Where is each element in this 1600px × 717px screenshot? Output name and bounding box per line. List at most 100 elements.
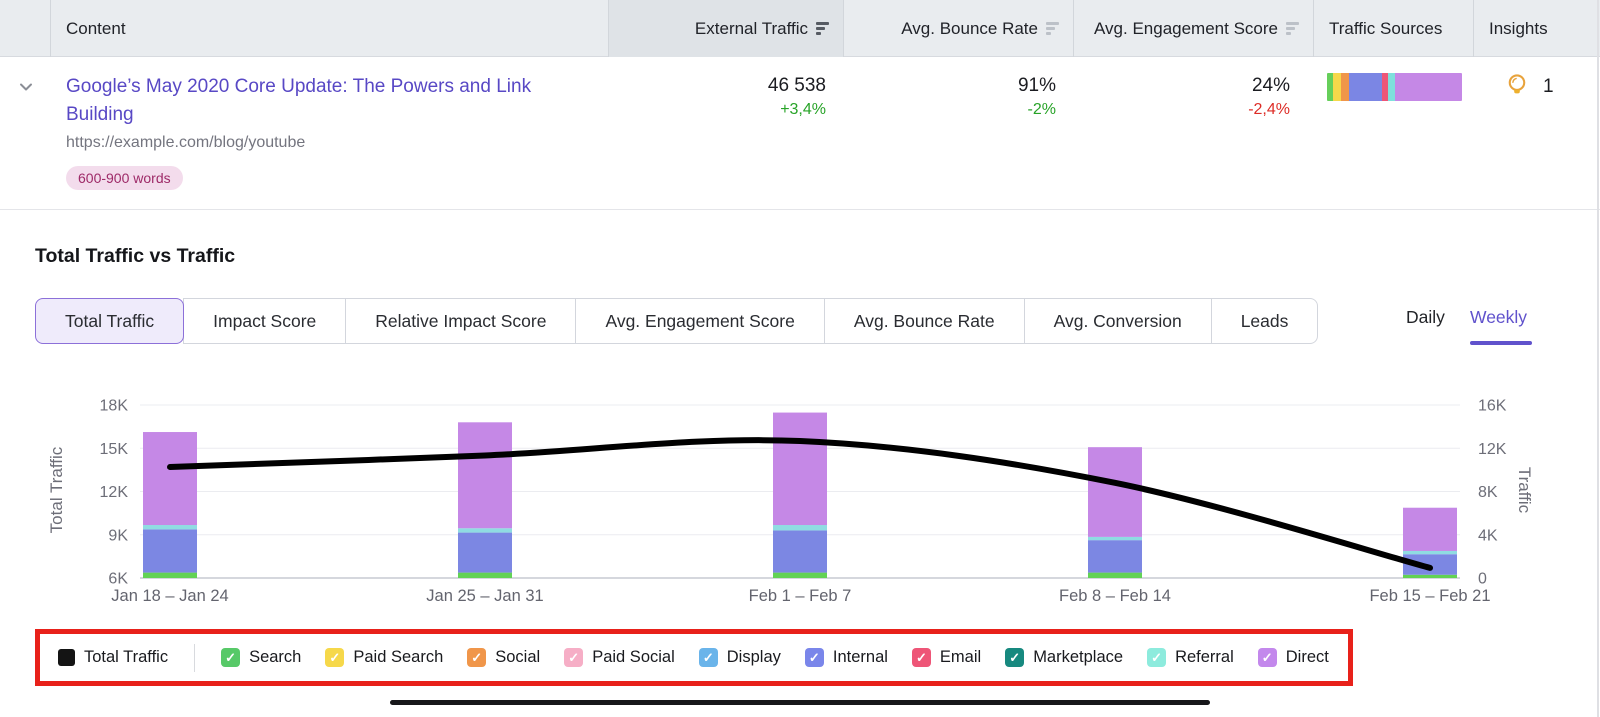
metric-tabs: Total Traffic Impact Score Relative Impa…: [35, 298, 1318, 344]
checkbox-display[interactable]: ✓: [699, 648, 718, 667]
tab-impact-score[interactable]: Impact Score: [183, 298, 346, 344]
left-axis-tick: 18K: [100, 398, 129, 415]
traffic-source-segment-referral: [1388, 73, 1395, 101]
tab-avg-bounce-rate[interactable]: Avg. Bounce Rate: [824, 298, 1025, 344]
right-axis-tick: 12K: [1478, 441, 1507, 458]
checkbox-search[interactable]: ✓: [221, 648, 240, 667]
legend-item-marketplace[interactable]: ✓ Marketplace: [1005, 648, 1123, 667]
column-label: Avg. Bounce Rate: [901, 19, 1038, 39]
column-label: External Traffic: [695, 19, 808, 39]
legend-item-referral[interactable]: ✓ Referral: [1147, 648, 1234, 667]
column-label: Content: [66, 19, 126, 39]
bar-segment-referral-2: [773, 525, 827, 530]
bar-segment-internal-0: [143, 529, 197, 572]
legend-label: Social: [495, 648, 540, 667]
tab-total-traffic[interactable]: Total Traffic: [35, 298, 184, 344]
column-divider: [50, 0, 51, 57]
checkbox-social[interactable]: ✓: [467, 648, 486, 667]
legend-item-social[interactable]: ✓ Social: [467, 648, 540, 667]
legend-item-internal[interactable]: ✓ Internal: [805, 648, 888, 667]
horizontal-scrollbar-thumb[interactable]: [390, 700, 1210, 705]
row-expander-chevron-icon[interactable]: [16, 77, 36, 102]
bar-segment-internal-1: [458, 533, 512, 573]
tab-leads[interactable]: Leads: [1211, 298, 1319, 344]
content-title-link[interactable]: Google’s May 2020 Core Update: The Power…: [66, 73, 571, 129]
legend-item-display[interactable]: ✓ Display: [699, 648, 781, 667]
bar-segment-direct-2: [773, 413, 827, 525]
checkbox-referral[interactable]: ✓: [1147, 648, 1166, 667]
bar-segment-referral-0: [143, 525, 197, 529]
right-axis-tick: 4K: [1478, 527, 1498, 544]
legend-label: Display: [727, 648, 781, 667]
bar-segment-direct-1: [458, 422, 512, 528]
external-traffic-value: 46 538: [768, 75, 826, 97]
legend-label: Referral: [1175, 648, 1234, 667]
word-count-badge: 600-900 words: [66, 166, 183, 190]
bounce-rate-value: 91%: [1018, 75, 1056, 97]
bar-segment-search-4: [1403, 575, 1457, 578]
legend-label: Email: [940, 648, 981, 667]
tab-avg-engagement-score[interactable]: Avg. Engagement Score: [575, 298, 824, 344]
weekly-selected-underline: [1470, 341, 1532, 345]
sort-icon: [1046, 22, 1059, 35]
legend-item-paid-social[interactable]: ✓ Paid Social: [564, 648, 675, 667]
sort-icon: [1286, 22, 1299, 35]
bar-segment-internal-2: [773, 530, 827, 572]
external-traffic-change: +3,4%: [768, 101, 826, 119]
right-axis-tick: 16K: [1478, 398, 1507, 415]
traffic-chart: 18K16K15K12K12K8K9K4K6K0Jan 18 – Jan 24J…: [0, 375, 1600, 625]
bar-segment-referral-4: [1403, 551, 1457, 554]
engagement-score-cell: 24% -2,4%: [1248, 75, 1290, 119]
window-edge: [1597, 0, 1599, 717]
bar-segment-referral-3: [1088, 537, 1142, 540]
checkbox-internal[interactable]: ✓: [805, 648, 824, 667]
checkbox-marketplace[interactable]: ✓: [1005, 648, 1024, 667]
bar-segment-direct-3: [1088, 447, 1142, 537]
legend-item-total-traffic[interactable]: Total Traffic: [58, 648, 168, 667]
checkbox-paid-search[interactable]: ✓: [325, 648, 344, 667]
legend-label: Direct: [1286, 648, 1329, 667]
traffic-source-segment-paid-search: [1333, 73, 1341, 101]
checkbox-direct[interactable]: ✓: [1258, 648, 1277, 667]
bar-segment-search-3: [1088, 573, 1142, 578]
x-axis-label: Feb 15 – Feb 21: [1369, 587, 1490, 605]
content-url: https://example.com/blog/youtube: [66, 134, 305, 152]
column-header-avg-bounce-rate[interactable]: Avg. Bounce Rate: [843, 0, 1073, 57]
column-header-traffic-sources[interactable]: Traffic Sources: [1329, 0, 1442, 57]
bar-segment-search-1: [458, 573, 512, 578]
chart-legend-highlighted: Total Traffic✓Search✓Paid Search✓Social✓…: [35, 629, 1353, 686]
legend-divider: [194, 644, 195, 672]
legend-item-direct[interactable]: ✓ Direct: [1258, 648, 1329, 667]
column-header-external-traffic[interactable]: External Traffic: [608, 0, 843, 57]
legend-item-email[interactable]: ✓ Email: [912, 648, 981, 667]
column-header-avg-engagement-score[interactable]: Avg. Engagement Score: [1073, 0, 1313, 57]
legend-item-paid-search[interactable]: ✓ Paid Search: [325, 648, 443, 667]
granularity-weekly[interactable]: Weekly: [1470, 307, 1527, 328]
x-axis-label: Jan 25 – Jan 31: [426, 587, 543, 605]
legend-label: Paid Search: [353, 648, 443, 667]
column-header-content[interactable]: Content: [66, 0, 126, 57]
bar-segment-referral-1: [458, 528, 512, 532]
legend-label: Search: [249, 648, 301, 667]
legend-item-search[interactable]: ✓ Search: [221, 648, 301, 667]
legend-label: Total Traffic: [84, 648, 168, 667]
column-label: Avg. Engagement Score: [1094, 19, 1278, 39]
bounce-rate-cell: 91% -2%: [1018, 75, 1056, 119]
bar-segment-direct-0: [143, 432, 197, 525]
tab-relative-impact-score[interactable]: Relative Impact Score: [345, 298, 576, 344]
traffic-source-segment-direct: [1395, 73, 1462, 101]
legend-label: Internal: [833, 648, 888, 667]
external-traffic-cell: 46 538 +3,4%: [768, 75, 826, 119]
checkbox-paid-social[interactable]: ✓: [564, 648, 583, 667]
column-header-insights[interactable]: Insights: [1489, 0, 1548, 57]
tab-avg-conversion[interactable]: Avg. Conversion: [1024, 298, 1212, 344]
right-axis-tick: 8K: [1478, 484, 1498, 501]
checkbox-email[interactable]: ✓: [912, 648, 931, 667]
traffic-sources-bar[interactable]: [1327, 73, 1462, 101]
granularity-daily[interactable]: Daily: [1406, 307, 1445, 328]
legend-label: Marketplace: [1033, 648, 1123, 667]
column-divider: [1313, 0, 1314, 57]
legend-label: Paid Social: [592, 648, 675, 667]
insights-lightbulb-icon[interactable]: [1503, 71, 1531, 104]
swatch-total-traffic[interactable]: [58, 649, 75, 666]
